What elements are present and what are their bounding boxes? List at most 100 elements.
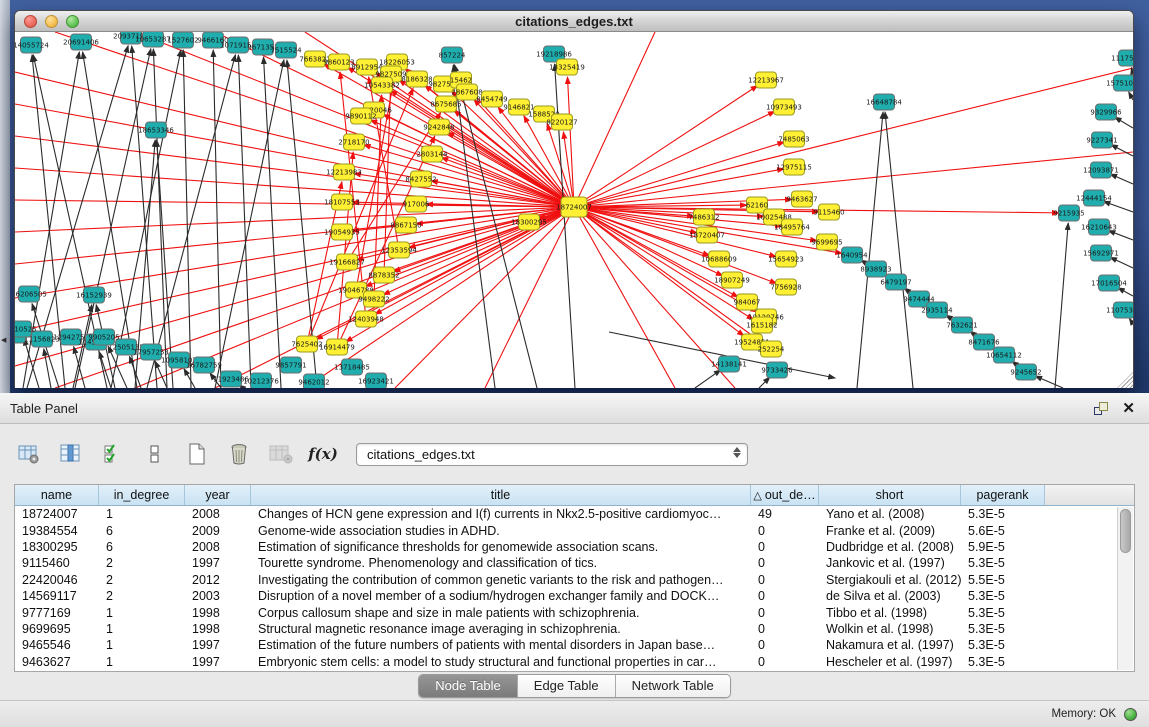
table-cell[interactable]: Jankovic et al. (1997) [819,556,961,570]
table-cell[interactable]: Investigating the contribution of common… [251,573,751,587]
table-cell[interactable]: 2008 [185,540,251,554]
tab-edge-table[interactable]: Edge Table [518,675,616,697]
new-document-icon[interactable] [182,439,212,469]
table-cell[interactable]: 0 [751,589,819,603]
table-cell[interactable]: Wolkin et al. (1998) [819,622,961,636]
table-cell[interactable]: 5.3E-5 [961,556,1045,570]
graph-edge[interactable] [44,349,51,388]
window-titlebar[interactable]: citations_edges.txt [15,11,1133,32]
vertical-scrollbar[interactable] [1117,507,1133,670]
graph-edge[interactable] [183,50,191,388]
table-cell[interactable]: Tourette syndrome. Phenomenology and cla… [251,556,751,570]
table-cell[interactable]: Changes of HCN gene expression and I(f) … [251,507,751,521]
table-cell[interactable]: 2008 [185,507,251,521]
table-cell[interactable]: 9463627 [15,655,99,669]
scrollbar-thumb[interactable] [1120,509,1131,553]
table-cell[interactable]: Hescheler et al. (1997) [819,655,961,669]
graph-edge[interactable] [1131,68,1133,74]
graph-edge[interactable] [1129,92,1133,100]
table-cell[interactable]: 9465546 [15,638,99,652]
graph-edge[interactable] [1118,288,1133,296]
graph-edge[interactable] [15,207,574,332]
table-row[interactable]: 969969511998Structural magnetic resonanc… [15,621,1134,637]
graph-edge[interactable] [759,377,770,388]
table-cell[interactable]: 5.3E-5 [961,655,1045,669]
table-cell[interactable]: 0 [751,606,819,620]
table-cell[interactable]: 14569117 [15,589,99,603]
table-cell[interactable]: 0 [751,655,819,669]
zoom-window-icon[interactable] [66,15,79,28]
column-header-name[interactable]: name [15,485,99,505]
graph-edge[interactable] [574,111,775,207]
float-window-icon[interactable] [1094,402,1108,415]
table-cell[interactable]: 5.6E-5 [961,524,1045,538]
graph-edge[interactable] [1108,231,1133,240]
graph-edge[interactable] [1055,223,1068,388]
table-row[interactable]: 911546021997Tourette syndrome. Phenomeno… [15,555,1134,571]
table-cell[interactable]: Franke et al. (2009) [819,524,961,538]
table-cell[interactable]: 18300295 [15,540,99,554]
table-cell[interactable]: 1997 [185,556,251,570]
select-rows-icon[interactable] [98,439,128,469]
table-cell[interactable]: 18724007 [15,507,99,521]
column-header-out_de[interactable]: △out_de… [751,485,819,505]
table-cell[interactable]: Dudbridge et al. (2008) [819,540,961,554]
graph-edge[interactable] [885,112,913,388]
tab-node-table[interactable]: Node Table [419,675,518,697]
graph-edge[interactable] [15,207,574,232]
table-cell[interactable]: 6 [99,540,185,554]
tab-network-table[interactable]: Network Table [616,675,730,697]
table-cell[interactable]: 9699695 [15,622,99,636]
graph-edge[interactable] [1103,201,1133,212]
table-cell[interactable]: 5.3E-5 [961,622,1045,636]
row-height-icon[interactable] [140,439,170,469]
column-header-short[interactable]: short [819,485,961,505]
table-row[interactable]: 1938455462009Genome-wide association stu… [15,522,1134,538]
table-cell[interactable]: 2003 [185,589,251,603]
table-cell[interactable]: Nakamura et al. (1997) [819,638,961,652]
table-cell[interactable]: 2 [99,589,185,603]
table-cell[interactable]: Corpus callosum shape and size in male p… [251,606,751,620]
minimize-window-icon[interactable] [45,15,58,28]
table-cell[interactable]: 2009 [185,524,251,538]
table-cell[interactable]: 1 [99,638,185,652]
table-cell[interactable]: Yano et al. (2008) [819,507,961,521]
close-window-icon[interactable] [24,15,37,28]
table-cell[interactable]: Structural magnetic resonance image aver… [251,622,751,636]
table-column-icon[interactable] [56,439,86,469]
table-cell[interactable]: 5.3E-5 [961,589,1045,603]
table-cell[interactable]: 1997 [185,655,251,669]
table-cell[interactable]: 5.5E-5 [961,573,1045,587]
graph-edge[interactable] [1110,257,1133,268]
table-row[interactable]: 946362711997Embryonic stem cells: a mode… [15,654,1134,670]
graph-edge[interactable] [1035,376,1063,388]
graph-edge[interactable] [1110,174,1133,184]
graph-edge[interactable] [213,50,221,388]
table-cell[interactable]: 0 [751,638,819,652]
graph-edge[interactable] [364,145,574,207]
graph-edge[interactable] [1129,318,1133,324]
table-cell[interactable]: 5.3E-5 [961,507,1045,521]
table-cell[interactable]: 49 [751,507,819,521]
table-row[interactable]: 1830029562008Estimation of significance … [15,539,1134,555]
table-cell[interactable]: 2012 [185,573,251,587]
table-cell[interactable]: 0 [751,524,819,538]
graph-edge[interactable] [184,369,195,388]
close-icon[interactable]: ✕ [1122,402,1135,415]
delete-table-icon[interactable] [266,439,296,469]
column-header-pagerank[interactable]: pagerank [961,485,1045,505]
column-header-year[interactable]: year [185,485,251,505]
table-selector-dropdown[interactable]: citations_edges.txt [356,443,748,466]
graph-edge[interactable] [99,352,111,388]
graph-edge[interactable] [1115,117,1133,128]
table-cell[interactable]: 1998 [185,622,251,636]
graph-edge[interactable] [574,207,744,336]
table-cell[interactable]: Tibbo et al. (1998) [819,606,961,620]
table-cell[interactable]: 5.3E-5 [961,606,1045,620]
table-cell[interactable]: 6 [99,524,185,538]
table-cell[interactable]: 1 [99,655,185,669]
table-row[interactable]: 977716911998Corpus callosum shape and si… [15,604,1134,620]
table-cell[interactable]: de Silva et al. (2003) [819,589,961,603]
graph-edge[interactable] [132,46,157,388]
network-graph[interactable]: 1405572420691406209371931065328715276029… [15,32,1133,388]
